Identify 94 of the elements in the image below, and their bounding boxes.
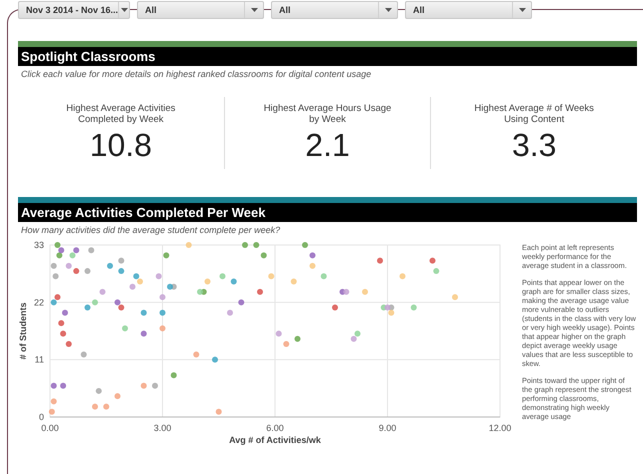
data-point xyxy=(163,252,170,258)
data-point xyxy=(212,356,218,363)
data-point xyxy=(66,341,72,348)
data-point xyxy=(320,273,327,280)
data-point xyxy=(50,262,57,269)
data-point xyxy=(433,268,440,274)
axis-tick-label: 12.00 xyxy=(488,423,512,433)
data-point xyxy=(276,330,282,337)
data-point xyxy=(50,382,57,389)
data-point xyxy=(84,268,90,274)
data-point xyxy=(242,242,248,248)
data-point xyxy=(377,258,383,264)
data-point xyxy=(216,408,222,415)
data-point xyxy=(156,273,162,280)
data-point xyxy=(430,258,436,264)
data-point xyxy=(92,404,98,410)
data-point xyxy=(302,242,308,248)
data-point xyxy=(80,351,87,358)
data-point xyxy=(294,336,300,342)
data-point xyxy=(92,299,98,306)
data-point xyxy=(253,242,260,248)
axis-tick-label: 33 xyxy=(34,240,44,250)
caret-icon xyxy=(250,8,258,12)
data-point xyxy=(48,408,55,415)
data-point xyxy=(362,288,368,295)
data-point xyxy=(118,258,124,264)
metric-label: Highest Average Hours Usage by Week xyxy=(262,103,392,125)
data-point xyxy=(130,284,136,290)
data-point xyxy=(160,325,166,332)
data-point xyxy=(310,252,316,258)
data-point xyxy=(238,299,244,306)
filter-dropdown[interactable]: All xyxy=(405,1,532,19)
data-point xyxy=(60,382,66,389)
section-subtitle: Click each value for more details on highest ranked classrooms for digital content usage xyxy=(20,68,372,79)
data-point xyxy=(290,278,297,284)
axis-tick-label: 11 xyxy=(34,354,44,365)
section-header: Spotlight Classrooms xyxy=(18,47,637,66)
data-point xyxy=(114,393,120,400)
metric-label: Highest Average # of Weeks Using Content xyxy=(473,103,595,125)
axis-tick-label: 0 xyxy=(38,412,44,422)
data-point xyxy=(332,304,338,311)
metric-value[interactable]: 10.8 xyxy=(90,127,152,163)
data-point xyxy=(310,262,316,269)
filter-dropdown[interactable]: All xyxy=(137,1,264,19)
data-point xyxy=(140,330,147,337)
data-point xyxy=(186,242,192,248)
data-point xyxy=(107,262,113,269)
data-point xyxy=(160,294,166,300)
metric-label: Highest Average Activities Completed by Week xyxy=(65,103,176,125)
caret-icon xyxy=(120,8,128,12)
data-point xyxy=(62,310,68,316)
data-point xyxy=(118,268,124,274)
data-point xyxy=(160,310,166,316)
y-axis-title: # of Students xyxy=(18,302,28,360)
data-point xyxy=(452,294,458,300)
axis-tick-label: 0.00 xyxy=(41,423,59,433)
data-point xyxy=(268,273,274,280)
filter-dropdown[interactable]: All xyxy=(271,1,398,19)
data-point xyxy=(140,382,147,389)
data-point xyxy=(52,273,59,280)
data-point xyxy=(193,351,200,358)
axis-tick-label: 6.00 xyxy=(266,423,284,433)
data-point xyxy=(400,273,406,280)
data-point xyxy=(260,252,267,258)
caret-icon xyxy=(384,8,392,12)
data-point xyxy=(227,310,233,316)
data-point xyxy=(230,278,237,284)
axis-tick-label: 9.00 xyxy=(378,423,396,433)
data-point xyxy=(140,310,147,316)
data-point xyxy=(58,320,64,326)
data-point xyxy=(96,388,102,394)
x-axis-title: Avg # of Activities/wk xyxy=(229,435,321,445)
metric-value[interactable]: 3.3 xyxy=(512,127,556,163)
data-point xyxy=(122,325,128,332)
filter-dropdown[interactable]: Nov 3 2014 - Nov 16... xyxy=(18,1,130,19)
data-point xyxy=(257,288,263,295)
metric-value[interactable]: 2.1 xyxy=(305,127,350,163)
data-point xyxy=(88,247,94,254)
data-point xyxy=(204,278,210,284)
section-subtitle: How many activities did the average student complete per week? xyxy=(20,224,282,235)
data-point xyxy=(410,304,417,311)
data-point xyxy=(100,288,106,295)
axis-tick-label: 22 xyxy=(34,297,44,308)
axis-tick-label: 3.00 xyxy=(154,423,172,433)
data-point xyxy=(50,398,57,404)
section-header: Average Activities Completed Per Week xyxy=(18,203,637,222)
data-point xyxy=(60,330,66,337)
data-point xyxy=(84,304,90,311)
data-point xyxy=(220,273,226,280)
data-point xyxy=(152,382,158,389)
data-point xyxy=(283,341,290,348)
caret-icon xyxy=(518,8,526,12)
data-point xyxy=(103,404,110,410)
data-point xyxy=(170,372,177,378)
